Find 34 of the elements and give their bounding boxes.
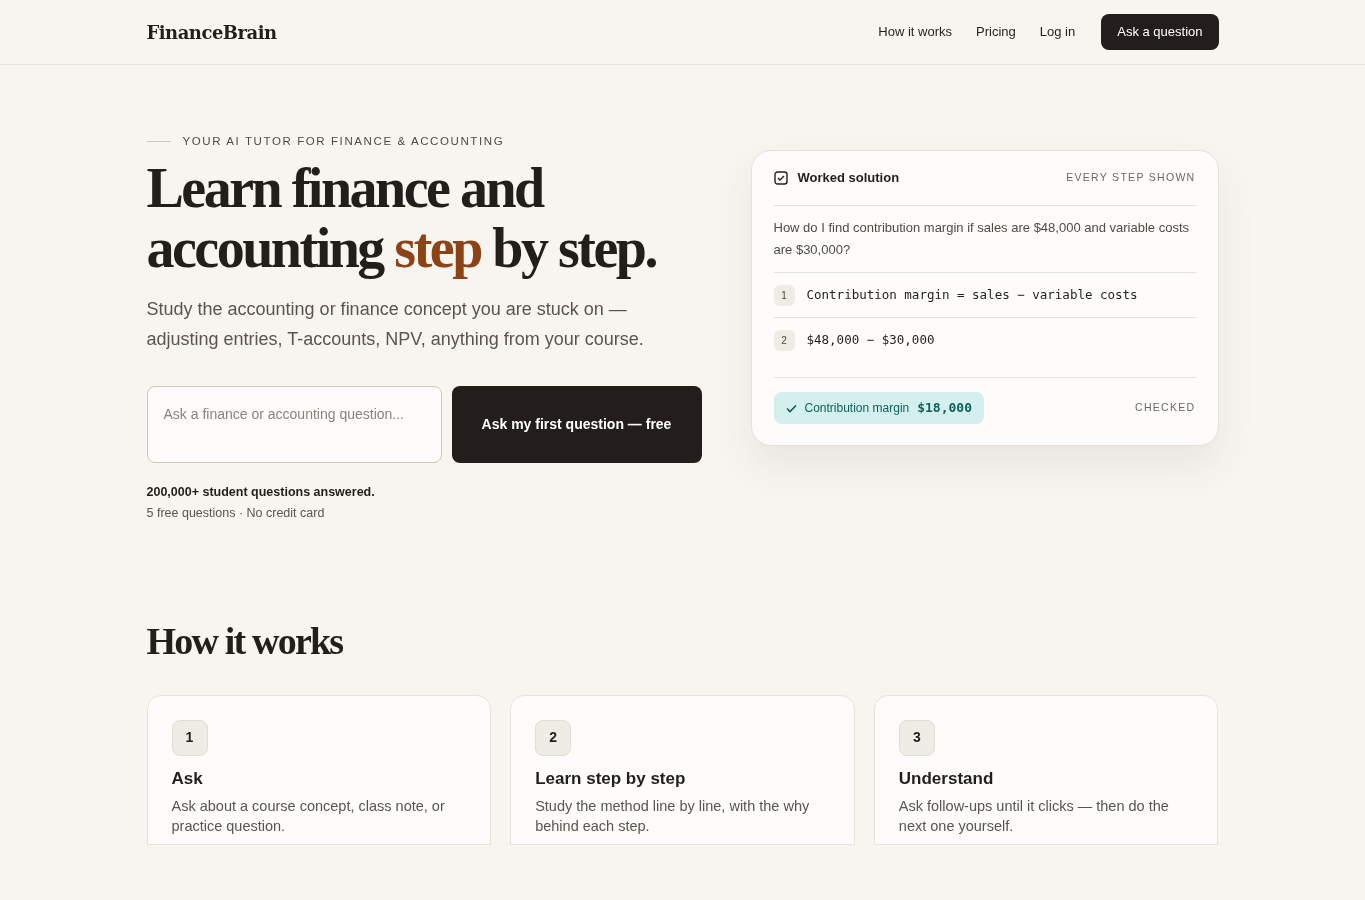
step-description: Study the method line by line, with the why behind each step. (535, 796, 811, 836)
step-title: Learn step by step (535, 767, 687, 790)
subtitle: Study the accounting or finance concept you are stuck on — adjusting entries, T-accounts, NPV, anything from your course. (146, 298, 645, 352)
logo[interactable]: FinanceBrain (146, 18, 277, 46)
result-label: Contribution margin (804, 400, 910, 417)
step-title: Ask (171, 767, 204, 790)
card-tag: EVERY STEP SHOWN (1066, 170, 1196, 186)
headline: Learn finance and accounting step by step. (146, 158, 657, 279)
step-number: 1 (773, 284, 795, 306)
nav-link[interactable]: Log in (1037, 22, 1078, 42)
result-value: $18,000 (917, 399, 972, 418)
step-number: 2 (535, 719, 572, 756)
nav-link[interactable]: How it works (876, 22, 955, 42)
check-icon (785, 403, 797, 413)
step-formula: $48,000 − $30,000 (806, 331, 935, 350)
question-input[interactable]: Ask a finance or accounting question... (146, 386, 442, 464)
ask-question-button[interactable]: Ask a question (1101, 14, 1219, 50)
step-description: Ask about a course concept, class note, or practice question. (171, 796, 446, 836)
eyebrow-text: YOUR AI TUTOR FOR FINANCE & ACCOUNTING (182, 134, 505, 149)
checkbox-icon (773, 171, 788, 185)
ask-first-question-button[interactable]: Ask my first question — free (451, 386, 702, 464)
step-description: Ask follow-ups until it clicks — then do the next one yourself. (898, 796, 1170, 836)
status-text: CHECKED (1135, 400, 1196, 416)
step-title: Understand (898, 767, 995, 790)
section-title: How it works (146, 618, 344, 663)
step-number: 1 (171, 719, 208, 756)
card-title: Worked solution (797, 169, 900, 188)
note-text: 5 free questions · No credit card (146, 505, 326, 522)
step-number: 2 (773, 330, 795, 351)
proof-text: 200,000+ student questions answered. (146, 484, 376, 502)
question-text: How do I find contribution margin if sales are $48,000 and variable costs are $30,000? (773, 206, 1196, 273)
step-formula: Contribution margin = sales − variable costs (806, 285, 1138, 304)
step-number: 3 (898, 719, 935, 756)
nav-link[interactable]: Pricing (974, 22, 1018, 42)
